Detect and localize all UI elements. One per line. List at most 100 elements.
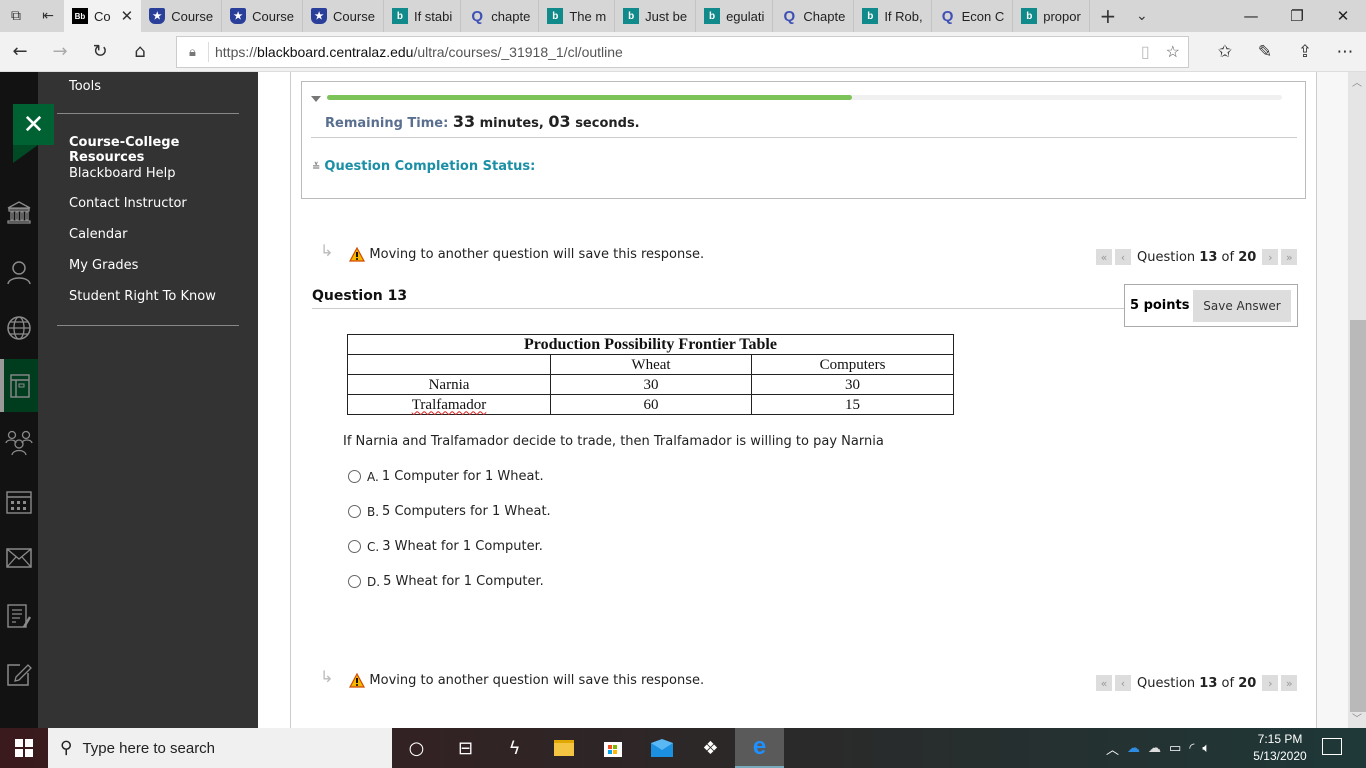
close-menu-button[interactable]: ✕ xyxy=(13,104,54,145)
close-tab-icon[interactable]: ✕ xyxy=(121,7,134,25)
show-hidden-icons-chevron[interactable]: ︿ xyxy=(1106,739,1119,758)
mail-icon[interactable] xyxy=(637,728,686,768)
file-explorer-icon[interactable] xyxy=(539,728,588,768)
tab-manager-icon[interactable]: ⧉ xyxy=(0,0,32,32)
new-tab-icon[interactable]: + xyxy=(1090,0,1126,32)
calendar-icon[interactable] xyxy=(0,481,38,521)
forward-icon[interactable]: → xyxy=(40,32,80,72)
globe-icon[interactable] xyxy=(0,308,38,348)
task-view-icon[interactable]: ⊟ xyxy=(441,728,490,768)
last-question-button[interactable]: » xyxy=(1281,675,1298,691)
scrollbar-thumb[interactable] xyxy=(1350,320,1366,712)
browser-tab[interactable]: b propor xyxy=(1013,0,1090,32)
courses-icon[interactable] xyxy=(0,365,38,405)
tab-label: If Rob, xyxy=(884,8,923,24)
minimize-icon[interactable]: — xyxy=(1228,0,1274,32)
browser-tab[interactable]: Q Chapte xyxy=(773,0,855,32)
browser-tab[interactable]: Bb Co ✕ xyxy=(64,0,142,32)
pager-text: Question 13 of 20 xyxy=(1137,675,1257,691)
question-completion-status-toggle[interactable]: ≚ Question Completion Status: xyxy=(312,159,535,174)
menu-item-tools[interactable]: Tools xyxy=(69,79,101,94)
restore-icon[interactable]: ❐ xyxy=(1274,0,1320,32)
first-question-button[interactable]: « xyxy=(1096,675,1112,691)
menu-item-calendar[interactable]: Calendar xyxy=(69,227,127,242)
notes-pen-icon[interactable]: ✎ xyxy=(1245,42,1285,62)
page-scrollbar[interactable]: ︿ ﹀ xyxy=(1348,72,1366,728)
table-header-row: Wheat Computers xyxy=(347,354,954,375)
edge-browser-icon[interactable]: e xyxy=(735,728,784,768)
favorite-star-icon[interactable]: ☆ xyxy=(1166,42,1180,62)
more-menu-icon[interactable]: ⋯ xyxy=(1325,42,1365,62)
answer-option-a[interactable]: A. 1 Computer for 1 Wheat. xyxy=(348,469,544,484)
store-icon[interactable] xyxy=(588,728,637,768)
menu-section-title: Course-College Resources xyxy=(69,135,180,165)
previous-question-button[interactable]: ‹ xyxy=(1115,249,1131,265)
organizations-icon[interactable] xyxy=(0,423,38,463)
radio-button[interactable] xyxy=(348,575,361,588)
browser-tab[interactable]: b If stabi xyxy=(384,0,462,32)
reading-view-icon[interactable]: ▯ xyxy=(1141,42,1150,62)
close-window-icon[interactable]: ✕ xyxy=(1320,0,1366,32)
favorites-list-icon[interactable]: ✩ xyxy=(1205,42,1245,62)
browser-tab[interactable]: b egulati xyxy=(696,0,774,32)
save-answer-button[interactable]: Save Answer xyxy=(1193,289,1291,322)
action-center-icon[interactable] xyxy=(1322,738,1342,755)
content-border-right xyxy=(1316,72,1317,728)
menu-item-student-right-to-know[interactable]: Student Right To Know xyxy=(69,289,216,304)
pager-text: Question 13 of 20 xyxy=(1137,249,1257,265)
windows-logo-icon xyxy=(15,739,33,757)
browser-tab[interactable]: Q Econ C xyxy=(932,0,1014,32)
browser-tab[interactable]: b If Rob, xyxy=(854,0,932,32)
start-button[interactable] xyxy=(0,728,48,768)
institution-icon[interactable] xyxy=(0,193,38,233)
app-bolt-icon[interactable]: ϟ xyxy=(490,728,539,768)
back-icon[interactable]: ← xyxy=(0,32,40,72)
tab-list-chevron-icon[interactable]: ⌄ xyxy=(1126,0,1158,32)
browser-tab[interactable]: ★ Course xyxy=(303,0,384,32)
battery-icon[interactable]: ▭ xyxy=(1169,741,1181,756)
messages-envelope-icon[interactable] xyxy=(0,538,38,578)
set-tabs-aside-icon[interactable]: ⇤ xyxy=(32,0,64,32)
volume-icon[interactable]: 🔈︎ xyxy=(1202,741,1210,756)
first-question-button[interactable]: « xyxy=(1096,249,1112,265)
wifi-icon[interactable]: ◜ xyxy=(1189,741,1194,756)
scroll-up-icon[interactable]: ︿ xyxy=(1348,74,1366,92)
menu-item-blackboard-help[interactable]: Blackboard Help xyxy=(69,166,175,181)
assignments-edit-icon[interactable] xyxy=(0,654,38,694)
share-icon[interactable]: ⇪ xyxy=(1285,42,1325,62)
answer-option-b[interactable]: B. 5 Computers for 1 Wheat. xyxy=(348,504,551,519)
address-bar-row: ← → ↻ ⌂ 🔒︎ https://blackboard.centralaz.… xyxy=(0,32,1366,72)
radio-button[interactable] xyxy=(348,540,361,553)
profile-icon[interactable] xyxy=(0,252,38,292)
last-question-button[interactable]: » xyxy=(1281,249,1298,265)
seconds-word: seconds. xyxy=(575,116,640,131)
taskbar-search[interactable]: ⚲ Type here to search xyxy=(48,728,392,768)
onedrive-grey-icon[interactable]: ☁ xyxy=(1148,741,1161,756)
close-tab-fold xyxy=(13,145,38,163)
url-field[interactable]: 🔒︎ https://blackboard.centralaz.edu/ultr… xyxy=(176,36,1189,68)
radio-button[interactable] xyxy=(348,470,361,483)
browser-tab[interactable]: ★ Course xyxy=(141,0,223,32)
clock[interactable]: 7:15 PM 5/13/2020 xyxy=(1250,731,1310,765)
browser-tab[interactable]: Qchapte xyxy=(461,0,540,32)
home-icon[interactable]: ⌂ xyxy=(120,32,160,72)
collapse-triangle-icon[interactable] xyxy=(311,96,321,102)
cortana-icon[interactable]: ○ xyxy=(392,728,441,768)
menu-item-my-grades[interactable]: My Grades xyxy=(69,258,138,273)
browser-tab[interactable]: ★ Course xyxy=(222,0,304,32)
grades-icon[interactable] xyxy=(0,596,38,636)
menu-item-contact-instructor[interactable]: Contact Instructor xyxy=(69,196,187,211)
radio-button[interactable] xyxy=(348,505,361,518)
previous-question-button[interactable]: ‹ xyxy=(1115,675,1131,691)
answer-option-c[interactable]: C. 3 Wheat for 1 Computer. xyxy=(348,539,543,554)
scroll-down-icon[interactable]: ﹀ xyxy=(1348,710,1366,728)
onedrive-blue-icon[interactable]: ☁ xyxy=(1127,741,1140,756)
next-question-button[interactable]: › xyxy=(1262,249,1279,265)
browser-tab[interactable]: b Just be xyxy=(615,0,697,32)
browser-tab[interactable]: b The m xyxy=(539,0,616,32)
answer-option-d[interactable]: D. 5 Wheat for 1 Computer. xyxy=(348,574,544,589)
dropbox-icon[interactable]: ❖ xyxy=(686,728,735,768)
next-question-button[interactable]: › xyxy=(1262,675,1279,691)
bing-icon: b xyxy=(704,8,721,24)
refresh-icon[interactable]: ↻ xyxy=(80,32,120,72)
